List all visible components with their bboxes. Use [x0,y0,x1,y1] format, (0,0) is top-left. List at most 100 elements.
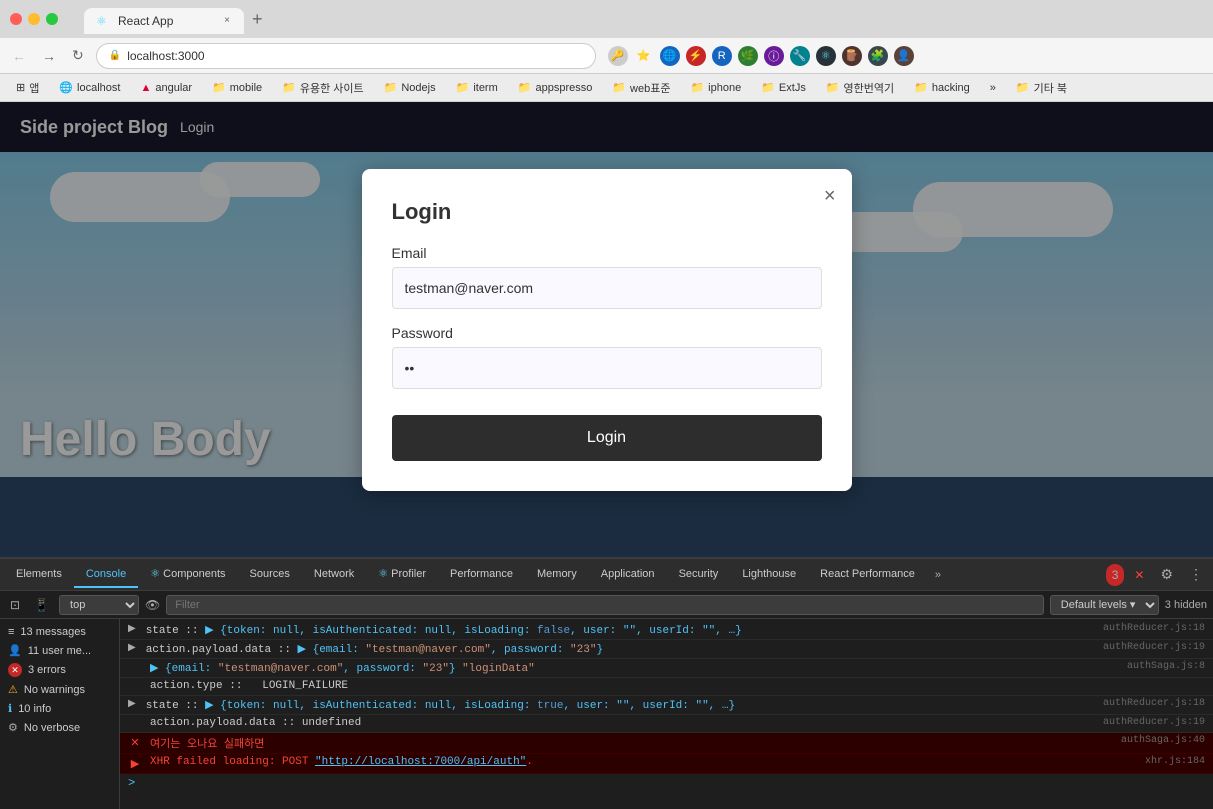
new-tab-button[interactable]: + [244,5,271,34]
devtools-tab-network[interactable]: Network [302,562,366,588]
devtools-tab-application[interactable]: Application [589,562,667,588]
devtools-settings-icon[interactable]: ⚙ [1154,562,1179,587]
ext-icon-4[interactable]: 🌿 [738,46,758,66]
console-line-8: ▶ XHR failed loading: POST "http://local… [120,754,1213,774]
ext-icon-react[interactable]: ⚛ [816,46,836,66]
star-icon[interactable]: ⭐ [634,46,654,66]
security-tab-label: Security [679,568,719,580]
line-source-2: authReducer.js:19 [1103,642,1205,653]
expand-icon-2[interactable]: ▶ [128,642,136,654]
error-icon-7: ✕ [128,736,142,750]
bookmark-iphone[interactable]: 📁 iphone [682,79,749,96]
console-line-5: ▶ state :: ▶ {token: null, isAuthenticat… [120,696,1213,715]
filter-input[interactable] [166,595,1044,615]
devtools-tab-profiler[interactable]: ⚛ Profiler [366,561,438,588]
url-bar[interactable]: 🔒 localhost:3000 [96,43,596,69]
devtools-tab-performance[interactable]: Performance [438,562,525,588]
modal-overlay[interactable]: Login × Email Password Login [0,102,1213,557]
line-source-5: authReducer.js:18 [1103,698,1205,709]
password-label: Password [392,325,822,341]
eye-icon[interactable]: 👁 [145,598,160,612]
tab-close-button[interactable]: × [222,15,232,26]
devtools-tab-memory[interactable]: Memory [525,562,589,588]
bookmark-folder-icon-nodejs: 📁 [384,81,398,94]
sidebar-errors[interactable]: ✕ 3 errors [0,660,119,680]
profiler-tab-label: Profiler [391,568,426,580]
ext-icon-2[interactable]: ⚡ [686,46,706,66]
devtools-device-icon[interactable]: 📱 [30,596,53,614]
devtools-tab-elements[interactable]: Elements [4,562,74,588]
ext-icon-8[interactable]: 🧩 [868,46,888,66]
devtools-toolbar: ⊡ 📱 top 👁 Default levels ▾ 3 hidden [0,591,1213,619]
key-icon[interactable]: 🔑 [608,46,628,66]
memory-tab-label: Memory [537,568,577,580]
bookmark-iterm-label: iterm [473,82,497,94]
minimize-window-button[interactable] [28,13,40,25]
expand-icon-5[interactable]: ▶ [128,698,136,710]
devtools-tab-security[interactable]: Security [667,562,731,588]
bookmark-hacking[interactable]: 📁 hacking [906,79,978,96]
email-input[interactable] [392,267,822,309]
log-level-selector[interactable]: Default levels ▾ [1050,595,1159,615]
components-react-icon: ⚛ [150,568,160,580]
line-content-2: action.payload.data :: ▶ {email: "testma… [146,642,1095,656]
context-selector[interactable]: top [59,595,139,615]
ext-icon-6[interactable]: 🔧 [790,46,810,66]
bookmark-localhost[interactable]: 🌐 localhost [51,79,128,96]
bookmark-appspresso[interactable]: 📁 appspresso [510,79,601,96]
bookmark-useful-sites[interactable]: 📁 유용한 사이트 [274,78,371,98]
bookmark-folder-icon-hack: 📁 [914,81,928,94]
browser-tab-react-app[interactable]: ⚛ React App × [84,8,244,34]
modal-close-button[interactable]: × [824,185,836,208]
console-sidebar: ≡ 13 messages 👤 11 user me... ✕ 3 errors… [0,619,120,809]
devtools-tab-components[interactable]: ⚛ Components [138,561,237,588]
email-form-group: Email [392,245,822,309]
sidebar-verbose[interactable]: ⚙ No verbose [0,718,119,737]
sidebar-user-messages[interactable]: 👤 11 user me... [0,641,119,660]
bookmark-folder-icon-iphone: 📁 [690,81,704,94]
devtools-tab-console[interactable]: Console [74,562,138,588]
ext-icon-5[interactable]: ⓘ [764,46,784,66]
devtools-tab-lighthouse[interactable]: Lighthouse [730,562,808,588]
maximize-window-button[interactable] [46,13,58,25]
line-source-8: xhr.js:184 [1145,756,1205,767]
devtools-inspect-icon[interactable]: ⊡ [6,596,24,614]
bookmark-angular[interactable]: ▲ angular [132,80,200,96]
expand-icon-1[interactable]: ▶ [128,623,136,635]
password-input[interactable] [392,347,822,389]
bookmark-localhost-icon: 🌐 [59,81,73,94]
line-content-7: 여기는 오나요 실패하면 [150,735,1113,751]
bookmark-apps[interactable]: ⊞ 앱 [8,78,47,98]
back-button[interactable]: ← [8,46,30,66]
sidebar-all-messages[interactable]: ≡ 13 messages [0,623,119,641]
user-avatar[interactable]: 👤 [894,46,914,66]
email-label: Email [392,245,822,261]
bookmark-localhost-label: localhost [77,82,120,94]
ext-icon-3[interactable]: R [712,46,732,66]
sidebar-warnings[interactable]: ⚠ No warnings [0,680,119,699]
devtools-tab-react-performance[interactable]: React Performance [808,562,927,588]
reload-button[interactable]: ↻ [68,45,88,66]
user-messages-icon: 👤 [8,644,22,657]
devtools-tab-sources[interactable]: Sources [238,562,302,588]
forward-button[interactable]: → [38,46,60,66]
bookmark-translator[interactable]: 📁 영한번역기 [818,78,902,98]
bookmark-mobile[interactable]: 📁 mobile [204,79,270,96]
bookmark-extjs[interactable]: 📁 ExtJs [753,79,814,96]
devtools-more-icon[interactable]: ⋮ [1183,562,1209,587]
devtools-more-tabs[interactable]: » [927,563,949,587]
password-form-group: Password [392,325,822,389]
bookmark-more[interactable]: » [982,80,1004,96]
bookmark-iterm[interactable]: 📁 iterm [448,79,506,96]
bookmark-folder-icon-mobile: 📁 [212,81,226,94]
bookmark-nodejs[interactable]: 📁 Nodejs [376,79,444,96]
ext-icon-1[interactable]: 🌐 [660,46,680,66]
line-content-5: state :: ▶ {token: null, isAuthenticated… [146,698,1095,712]
close-window-button[interactable] [10,13,22,25]
sidebar-info[interactable]: ℹ 10 info [0,699,119,718]
login-submit-button[interactable]: Login [392,415,822,461]
bookmark-other[interactable]: 📁 기타 북 [1008,78,1075,98]
bookmark-webstandard[interactable]: 📁 web표준 [604,78,678,98]
all-messages-icon: ≡ [8,626,14,638]
ext-icon-7[interactable]: 🪵 [842,46,862,66]
